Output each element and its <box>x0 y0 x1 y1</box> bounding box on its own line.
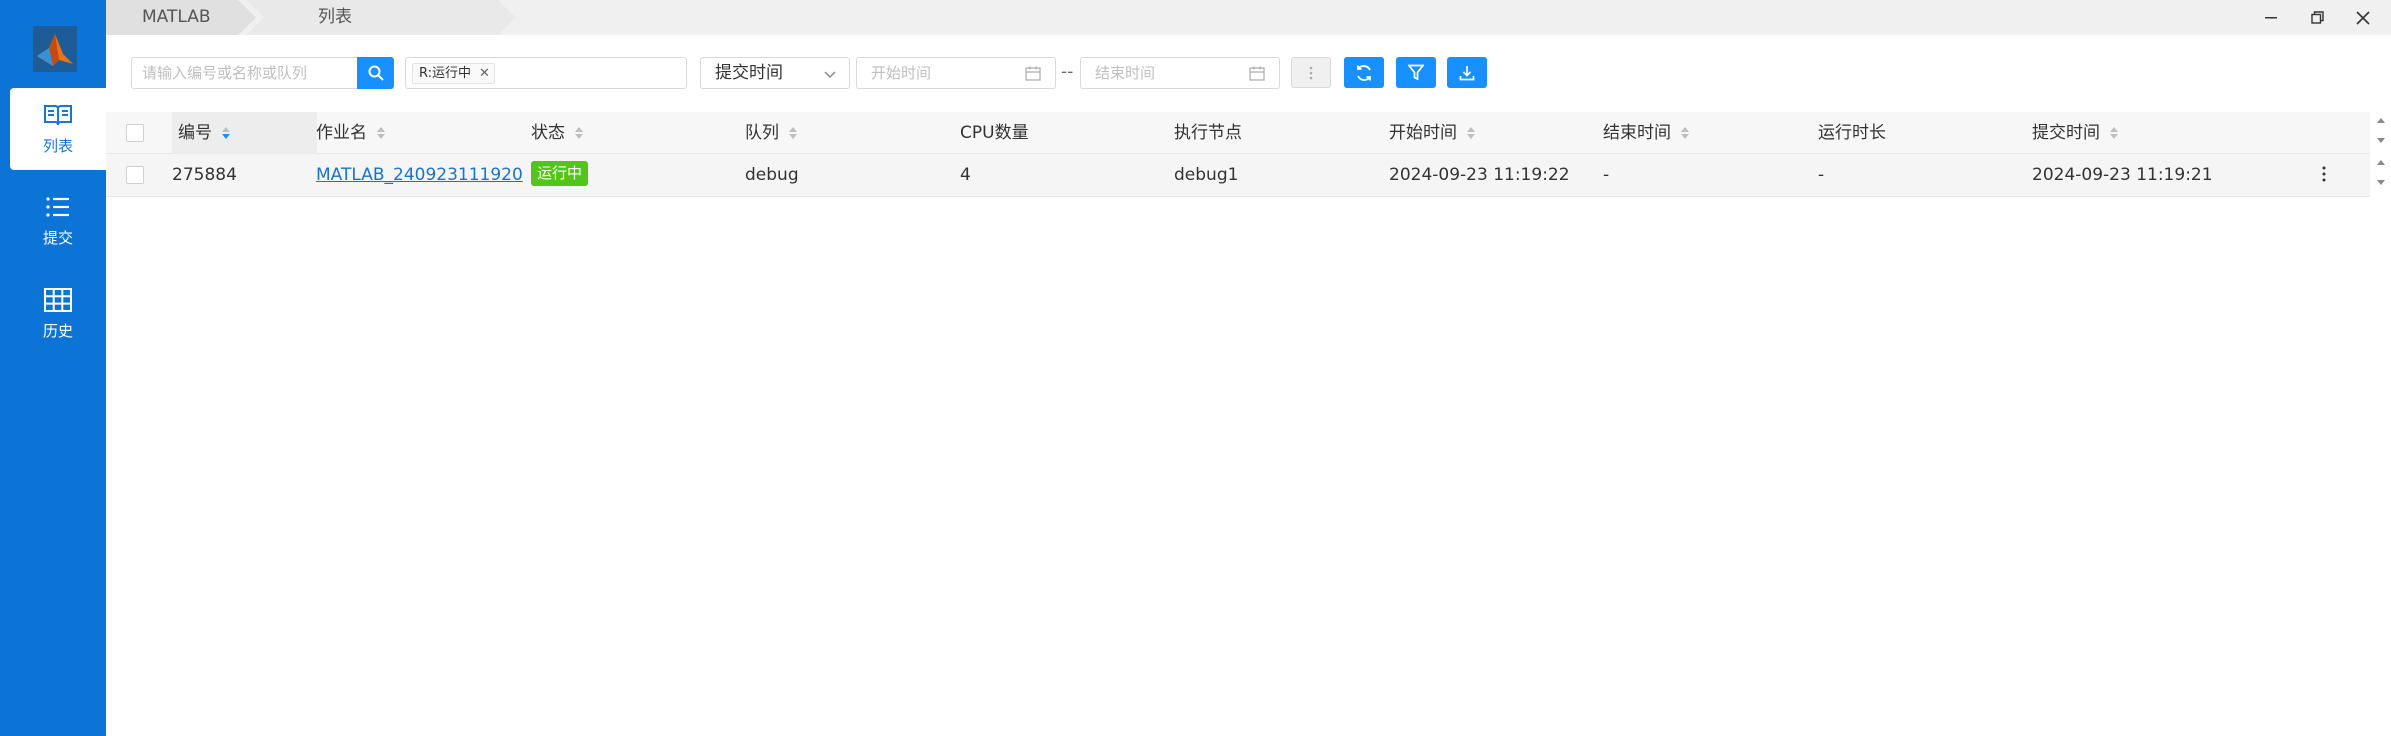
cell-queue: debug <box>745 165 799 185</box>
column-header-label: 状态 <box>531 123 565 143</box>
minimize-button[interactable] <box>2248 0 2294 35</box>
column-header-submit[interactable]: 提交时间 <box>2032 112 2118 154</box>
sort-icon <box>789 127 797 139</box>
sort-icon <box>2110 127 2118 139</box>
column-header-id[interactable]: 编号 <box>172 112 317 154</box>
start-date-picker[interactable]: 开始时间 <box>856 57 1056 89</box>
sidebar-item-history[interactable]: 历史 <box>10 273 106 355</box>
refresh-button[interactable] <box>1344 57 1384 88</box>
cell-status: 运行中 <box>531 154 589 197</box>
column-header-label: 编号 <box>178 123 212 143</box>
row-actions-button[interactable] <box>2322 166 2326 186</box>
column-header-start[interactable]: 开始时间 <box>1389 112 1475 154</box>
close-icon <box>2356 10 2370 25</box>
column-header-end[interactable]: 结束时间 <box>1603 112 1689 154</box>
column-header-queue[interactable]: 队列 <box>745 112 797 154</box>
sort-icon <box>575 127 583 139</box>
column-header-name[interactable]: 作业名 <box>316 112 385 154</box>
cell-node: debug1 <box>1174 165 1239 185</box>
scroll-up-icon[interactable] <box>2377 160 2385 165</box>
scroll-down-icon[interactable] <box>2377 138 2385 143</box>
sidebar-item-list[interactable]: 列表 <box>10 88 106 170</box>
restore-button[interactable] <box>2294 0 2340 35</box>
calendar-icon <box>1249 66 1265 81</box>
end-date-picker[interactable]: 结束时间 <box>1080 57 1280 89</box>
scroll-up-icon[interactable] <box>2377 118 2385 123</box>
matlab-logo-icon <box>33 26 77 72</box>
filter-icon <box>1408 64 1424 81</box>
list-icon <box>46 196 69 217</box>
column-header-label: 执行节点 <box>1174 123 1242 143</box>
cell-duration: - <box>1818 165 1825 185</box>
column-header-cpu: CPU数量 <box>960 112 1029 154</box>
table-header: 编号 作业名 状态 队列 CPU数量 执行节点 开始时间 结束时间 运行时长 提… <box>106 112 2370 154</box>
table-scrollbar[interactable] <box>2370 112 2391 197</box>
column-header-label: 结束时间 <box>1603 123 1671 143</box>
status-filter-input[interactable]: R:运行中 ✕ <box>405 57 687 89</box>
app-window: 列表 提交 历史 MATLAB 列表 请输入编号或名称或队列 R:运行中 ✕ 提… <box>0 0 2391 736</box>
column-header-status[interactable]: 状态 <box>531 112 583 154</box>
status-badge: 运行中 <box>531 161 589 186</box>
sort-icon <box>377 127 385 139</box>
search-button[interactable] <box>357 57 394 89</box>
column-header-node: 执行节点 <box>1174 112 1242 154</box>
cell-name: MATLAB_240923111920 <box>316 154 523 197</box>
cell-start: 2024-09-23 11:19:22 <box>1389 165 1570 185</box>
column-header-label: 开始时间 <box>1389 123 1457 143</box>
restore-icon <box>2310 11 2324 24</box>
row-checkbox[interactable] <box>126 166 144 184</box>
download-button[interactable] <box>1447 57 1487 88</box>
scroll-down-icon[interactable] <box>2377 180 2385 185</box>
filter-button[interactable] <box>1396 57 1436 88</box>
more-vertical-icon <box>2322 166 2326 182</box>
column-header-label: 运行时长 <box>1818 123 1886 143</box>
book-icon <box>44 104 72 125</box>
sidebar-item-submit[interactable]: 提交 <box>10 180 106 262</box>
breadcrumb-matlab[interactable]: MATLAB <box>106 0 256 35</box>
remove-tag-icon[interactable]: ✕ <box>479 64 490 83</box>
cell-submit: 2024-09-23 11:19:21 <box>2032 165 2213 185</box>
column-header-label: CPU数量 <box>960 123 1029 143</box>
search-input[interactable] <box>131 57 357 89</box>
title-bar: MATLAB 列表 <box>106 0 2391 35</box>
table-row[interactable]: 275884 MATLAB_240923111920 运行中 debug 4 d… <box>106 154 2370 197</box>
grid-icon <box>44 287 72 312</box>
job-name-link[interactable]: MATLAB_240923111920 <box>316 165 523 185</box>
cell-id: 275884 <box>172 165 237 185</box>
download-icon <box>1459 65 1475 80</box>
column-header-label: 作业名 <box>316 123 367 143</box>
more-vertical-icon <box>1309 66 1313 79</box>
end-date-placeholder: 结束时间 <box>1095 64 1156 82</box>
sidebar-item-label: 提交 <box>42 228 73 247</box>
breadcrumb-list[interactable]: 列表 <box>246 0 516 35</box>
filter-tag-label: R:运行中 <box>419 66 472 81</box>
cell-cpu: 4 <box>960 165 971 185</box>
close-button[interactable] <box>2340 0 2386 35</box>
sort-field-value: 提交时间 <box>715 63 783 83</box>
cell-end: - <box>1603 165 1610 185</box>
sort-icon <box>222 127 230 139</box>
calendar-icon <box>1025 66 1041 81</box>
sort-icon <box>1681 127 1689 139</box>
filter-tag: R:运行中 ✕ <box>412 63 495 84</box>
sort-icon <box>1467 127 1475 139</box>
column-header-duration: 运行时长 <box>1818 112 1886 154</box>
sort-field-select[interactable]: 提交时间 <box>700 57 850 89</box>
select-all-checkbox[interactable] <box>126 124 144 142</box>
search-icon <box>368 65 384 81</box>
column-header-label: 提交时间 <box>2032 123 2100 143</box>
sidebar-item-label: 历史 <box>42 321 73 340</box>
date-range-separator: -- <box>1061 62 1074 82</box>
column-header-label: 队列 <box>745 123 779 143</box>
minimize-icon <box>2265 16 2277 18</box>
refresh-icon <box>1357 64 1371 81</box>
sidebar: 列表 提交 历史 <box>0 0 106 736</box>
start-date-placeholder: 开始时间 <box>871 64 932 82</box>
sidebar-item-label: 列表 <box>42 136 73 155</box>
more-actions-button[interactable] <box>1291 57 1331 88</box>
chevron-down-icon <box>824 71 836 79</box>
